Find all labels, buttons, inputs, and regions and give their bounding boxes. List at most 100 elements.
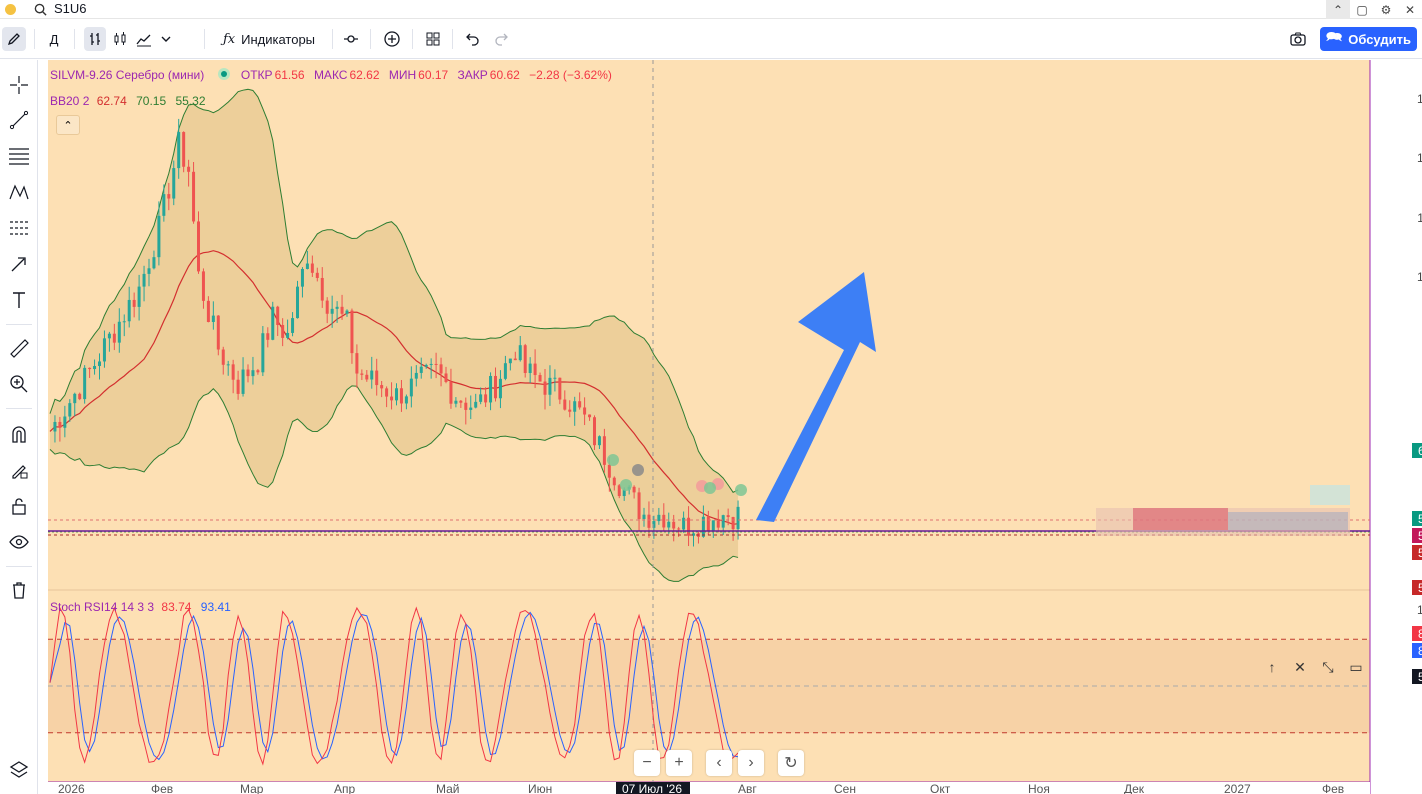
- scroll-left-button[interactable]: ‹: [706, 750, 732, 776]
- candle-body: [479, 394, 483, 402]
- compare-icon[interactable]: [340, 27, 362, 51]
- close-pane-icon[interactable]: ✕: [1290, 658, 1310, 676]
- stoch-name: Stoch RSI14 14 3 3: [50, 600, 155, 614]
- candle-body: [172, 168, 176, 199]
- candle-body: [474, 401, 478, 408]
- blurred-region: [1310, 485, 1350, 505]
- low-label: МИН: [388, 68, 417, 82]
- zoom-out-button[interactable]: −: [634, 750, 660, 776]
- candle-body: [291, 318, 295, 333]
- candle-body: [107, 333, 111, 339]
- fib-icon[interactable]: [7, 144, 31, 168]
- pattern-icon[interactable]: [7, 180, 31, 204]
- symbol-title[interactable]: SILVM-9.26 Серебро (мини): [50, 68, 204, 82]
- zoom-in-button[interactable]: +: [666, 750, 692, 776]
- lock-icon[interactable]: [7, 494, 31, 518]
- candle-body: [256, 370, 260, 373]
- scroll-right-button[interactable]: ›: [738, 750, 764, 776]
- candles-icon[interactable]: [110, 27, 130, 51]
- candle-body: [578, 401, 582, 408]
- chevron-down-icon[interactable]: [158, 27, 174, 51]
- candle-body: [182, 132, 186, 167]
- maximize-pane-icon[interactable]: ▭: [1346, 658, 1366, 676]
- search-icon[interactable]: [34, 3, 47, 16]
- drawing-toolbar: [0, 60, 38, 794]
- bb-legend[interactable]: BB20 2 62.74 70.15 55.32: [50, 94, 206, 108]
- lock-drawings-icon[interactable]: [7, 458, 31, 482]
- interval-button[interactable]: Д: [44, 27, 64, 51]
- gear-icon[interactable]: ⚙: [1374, 0, 1398, 19]
- discuss-button[interactable]: 🗪 Обсудить: [1320, 27, 1417, 51]
- candle-body: [662, 514, 666, 528]
- candle-body: [736, 506, 740, 530]
- bb-name: BB20 2: [50, 94, 90, 108]
- magnet-icon[interactable]: [7, 422, 31, 446]
- grid-icon[interactable]: [422, 27, 444, 51]
- crosshair-icon[interactable]: [7, 73, 31, 97]
- collapse-pane-icon[interactable]: ⤡: [1318, 658, 1338, 676]
- bars-icon[interactable]: [84, 27, 106, 51]
- candle-body: [568, 409, 572, 412]
- reset-chart-button[interactable]: ↻: [778, 750, 804, 776]
- stoch-legend[interactable]: Stoch RSI14 14 3 3 83.74 93.41: [50, 600, 231, 614]
- camera-icon[interactable]: [1286, 27, 1310, 51]
- ticker-search-input[interactable]: S1U6: [54, 1, 87, 16]
- area-chart-icon[interactable]: [134, 27, 154, 51]
- candle-body: [271, 306, 275, 340]
- window-dot-icon[interactable]: [5, 4, 16, 15]
- layers-icon[interactable]: [7, 758, 31, 782]
- candle-body: [677, 528, 681, 530]
- forecast-icon[interactable]: [7, 216, 31, 240]
- candle-body: [345, 310, 349, 314]
- zoom-icon[interactable]: [7, 372, 31, 396]
- chevron-up-icon[interactable]: ⌃: [1326, 0, 1350, 19]
- candle-body: [167, 194, 171, 199]
- candle-body: [508, 358, 512, 364]
- candle-body: [201, 271, 205, 301]
- collapse-legend-button[interactable]: ⌃: [56, 115, 80, 135]
- pencil-icon[interactable]: [2, 27, 26, 51]
- top-toolbar: Д ƒx Индикаторы: [0, 19, 1422, 59]
- text-icon[interactable]: [7, 288, 31, 312]
- candle-body: [538, 375, 542, 382]
- measure-icon[interactable]: [7, 336, 31, 360]
- trash-icon[interactable]: [7, 578, 31, 602]
- high-label: МАКС: [313, 68, 348, 82]
- candle-body: [261, 333, 265, 373]
- candle-body: [68, 403, 72, 417]
- candle-body: [296, 286, 299, 319]
- trendline-icon[interactable]: [7, 108, 31, 132]
- candle-body: [360, 373, 364, 375]
- candle-body: [439, 364, 443, 374]
- time-axis-label: Сен: [834, 782, 856, 794]
- candle-body: [122, 321, 126, 323]
- price-axis-label: 60.44: [1417, 460, 1422, 474]
- price-axis-label: 90.00: [1417, 329, 1422, 343]
- candle-body: [152, 257, 156, 269]
- eye-icon[interactable]: [7, 530, 31, 554]
- candle-body: [583, 407, 587, 415]
- candle-body: [588, 414, 592, 418]
- price-axis-label: 100.00: [1417, 270, 1422, 284]
- candle-body: [414, 372, 418, 379]
- close-icon[interactable]: ✕: [1398, 0, 1422, 19]
- candle-body: [83, 367, 87, 400]
- candle-body: [192, 171, 196, 222]
- price-badge: 58.32: [1412, 580, 1422, 595]
- candle-body: [489, 375, 493, 403]
- candle-body: [211, 315, 215, 323]
- restore-icon[interactable]: ▢: [1350, 0, 1374, 19]
- candle-body: [404, 396, 408, 404]
- chart-area[interactable]: 2026 Фев Мар Апр Май Июн Авг Сен Окт Ноя Дек 2027 Фе…: [38, 60, 1422, 794]
- arrow-tool-icon[interactable]: [7, 252, 31, 276]
- price-chart[interactable]: 2026 Фев Мар Апр Май Июн Авг Сен Окт Ноя Дек 2027 Фе…: [38, 60, 1422, 794]
- indicators-button[interactable]: ƒx Индикаторы: [214, 27, 324, 51]
- candle-body: [251, 370, 255, 377]
- candle-body: [310, 263, 314, 273]
- candle-body: [246, 369, 250, 377]
- move-pane-up-icon[interactable]: ↑: [1262, 658, 1282, 676]
- redo-icon[interactable]: [490, 27, 512, 51]
- plus-circle-icon[interactable]: [380, 27, 404, 51]
- undo-icon[interactable]: [462, 27, 484, 51]
- candle-body: [716, 520, 720, 528]
